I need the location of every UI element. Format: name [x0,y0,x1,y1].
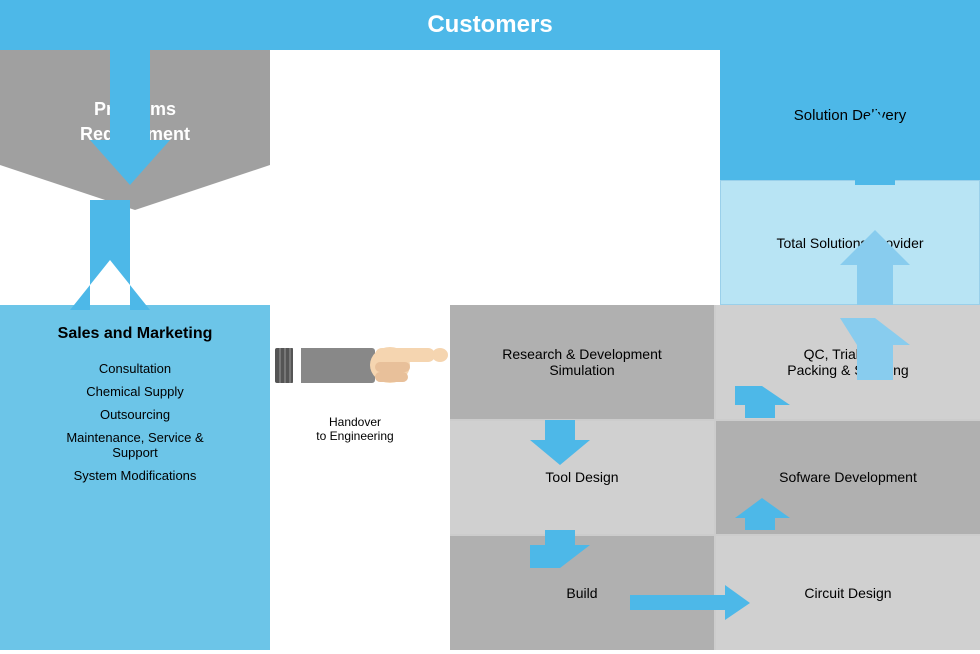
circuit-cell: Circuit Design [716,536,980,650]
software-text: Sofware Development [779,469,917,485]
engineering-grid: Research & DevelopmentSimulation QC, Tri… [450,305,980,650]
sales-marketing-box: Sales and Marketing Consultation Chemica… [0,305,270,650]
svg-text:Requirement: Requirement [80,124,190,144]
total-solutions-text: Total Solutions Provider [776,235,923,251]
problems-shape: Problems Requirement [0,50,270,210]
handover-text: Handoverto Engineering [316,415,393,443]
sales-title: Sales and Marketing [58,325,213,343]
tool-cell: Tool Design [450,421,714,535]
circuit-text: Circuit Design [804,585,891,601]
qc-cell: QC, Trial Run,Packing & Shipping [716,305,980,419]
total-solutions: Total Solutions Provider [720,180,980,305]
sales-item-outsourcing: Outsourcing [100,407,170,422]
customers-title: Customers [427,11,552,39]
svg-text:Problems: Problems [94,99,176,119]
rd-cell: Research & DevelopmentSimulation [450,305,714,419]
qc-text: QC, Trial Run,Packing & Shipping [787,346,908,378]
customers-header: Customers [0,0,980,50]
sales-item-system: System Modifications [74,468,197,483]
right-panel: Solution Delivery Total Solutions Provid… [720,50,980,305]
rd-text: Research & DevelopmentSimulation [502,346,662,378]
handover-label: Handoverto Engineering [285,415,425,443]
software-cell: Sofware Development [716,421,980,535]
sales-item-maintenance: Maintenance, Service &Support [66,430,203,460]
hand-pointer-icon [275,318,455,408]
solution-delivery-text: Solution Delivery [794,107,907,124]
solution-delivery: Solution Delivery [720,50,980,180]
sales-item-chemical: Chemical Supply [86,384,184,399]
build-cell: Build [450,536,714,650]
up-arrow-left [70,200,150,310]
tool-text: Tool Design [545,469,618,485]
sales-item-consultation: Consultation [99,361,171,376]
build-text: Build [566,585,597,601]
